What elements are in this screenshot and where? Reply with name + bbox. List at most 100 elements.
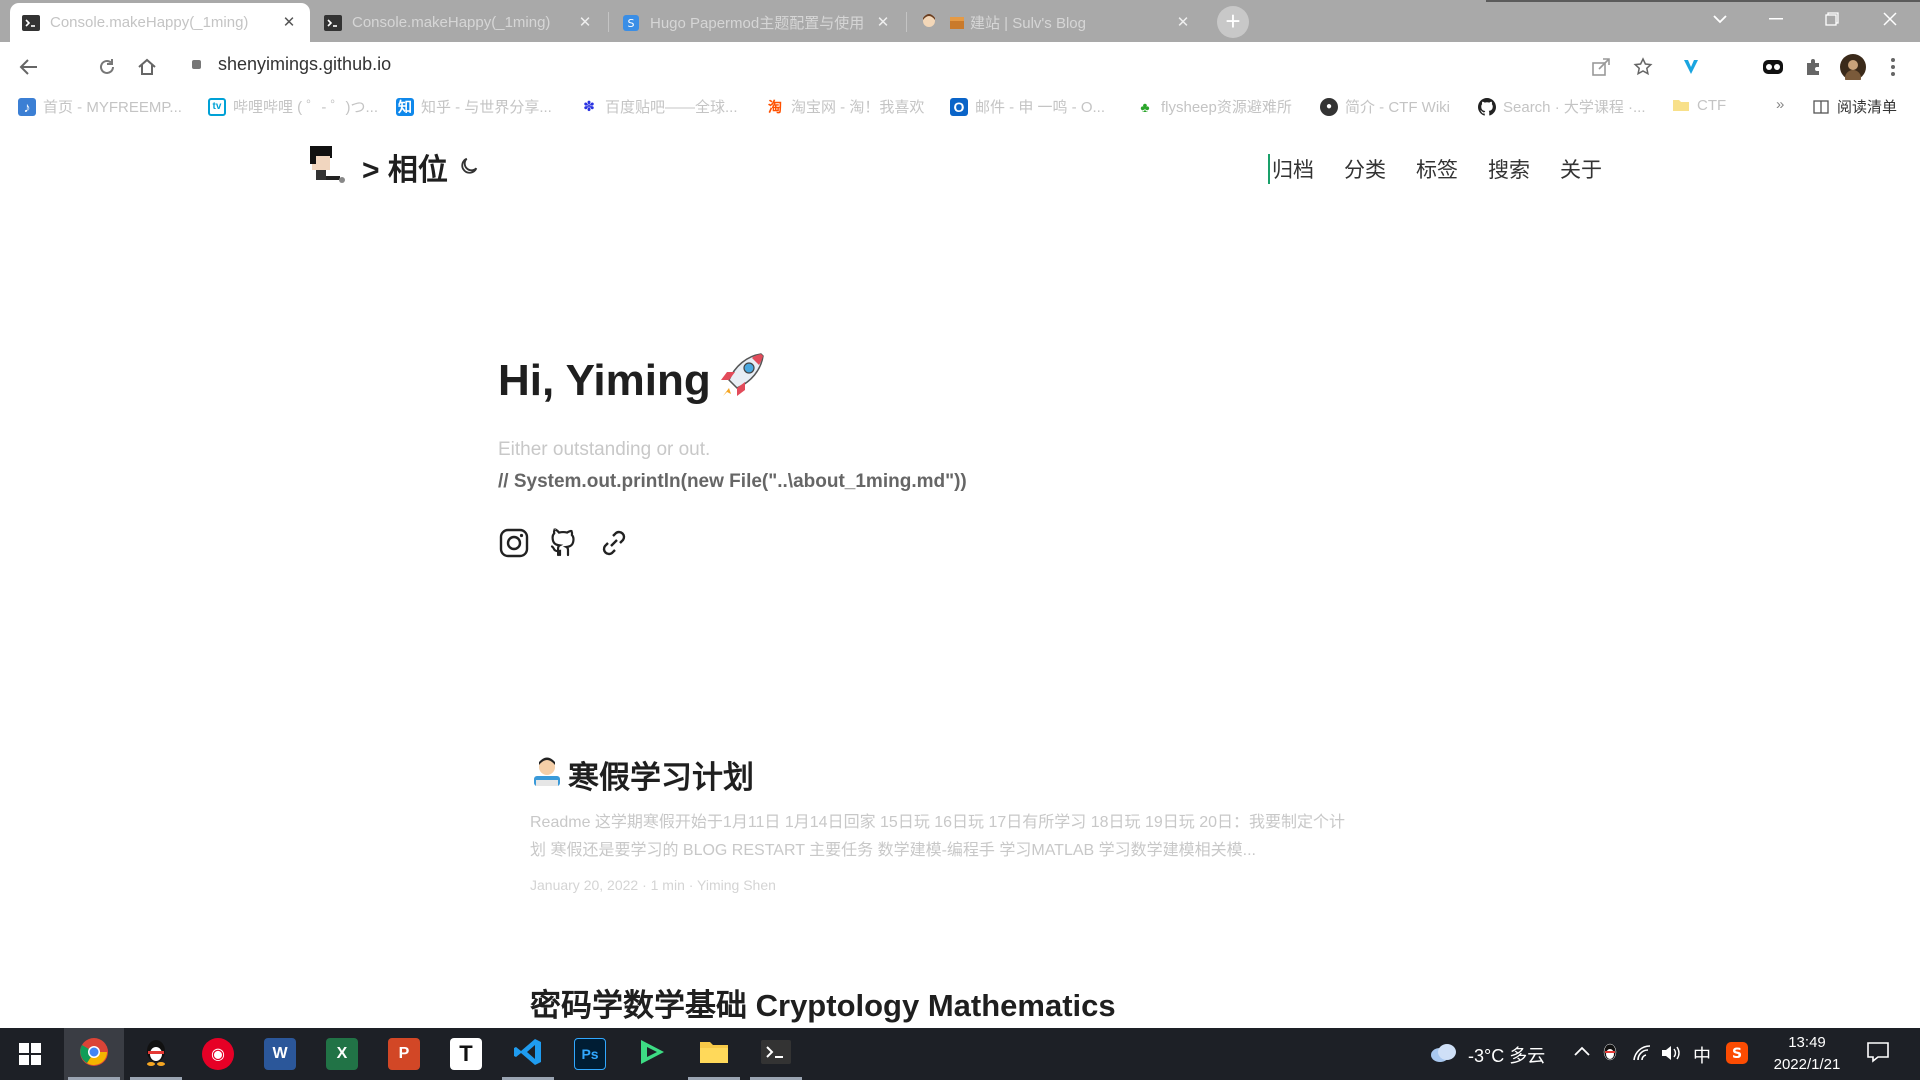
reload-button[interactable] [92,52,122,82]
post-title[interactable]: 密码学数学基础 Cryptology Mathematics [530,980,1360,1025]
bookmark-label: 知乎 - 与世界分享... [421,99,552,116]
outlook-icon: O [950,97,968,116]
close-icon[interactable]: ✕ [874,14,892,32]
close-icon[interactable]: ✕ [1174,14,1192,32]
taskbar-file-explorer[interactable] [684,1028,744,1080]
post-card[interactable]: 寒假学习计划 Readme 这学期寒假开始于1月11日 1月14日回家 15日玩… [530,752,1360,893]
nav-about[interactable]: 关于 [1560,154,1602,184]
notification-icon[interactable] [1866,1040,1890,1069]
restore-button[interactable] [1808,0,1856,38]
hero-title: Hi, Yiming [498,350,967,411]
ctfwiki-icon: ● [1320,97,1338,116]
close-icon[interactable]: ✕ [576,14,594,32]
ime-indicator[interactable]: 中 [1693,1042,1711,1068]
extension-v-icon[interactable] [1678,54,1704,80]
tab-2[interactable]: S Hugo Papermod主题配置与使用 ✕ [610,3,904,42]
extensions-puzzle-icon[interactable] [1800,54,1826,80]
taskbar-word[interactable]: W [250,1028,310,1080]
bookmarks-overflow-button[interactable]: » [1776,96,1784,113]
tab-title: Hugo Papermod主题配置与使用 [650,15,864,32]
address-bar-url[interactable]: shenyimings.github.io [218,54,391,75]
tab-title: Console.makeHappy(_1ming) [352,14,551,31]
tray-chevron-up-icon[interactable] [1574,1040,1590,1061]
taobao-icon: 淘 [768,98,782,115]
tab-1[interactable]: Console.makeHappy(_1ming) ✕ [312,3,606,42]
taskbar-excel[interactable]: X [312,1028,372,1080]
site-logo[interactable]: > 相位 [306,144,482,190]
taskbar-android-studio[interactable] [622,1028,682,1080]
nav-search[interactable]: 搜索 [1488,154,1530,184]
bookmark-item[interactable]: ✽ 百度贴吧——全球... [580,96,738,117]
reading-list-button[interactable]: 阅读清单 [1812,96,1897,117]
bookmark-label: 百度贴吧——全球... [605,99,738,116]
extension-mask-icon[interactable] [1760,54,1786,80]
zhihu-icon: 知 [396,97,414,116]
wifi-icon[interactable] [1632,1044,1652,1067]
lock-icon[interactable] [192,60,201,69]
post-title[interactable]: 寒假学习计划 [530,752,1360,797]
bookmark-item[interactable]: 淘 淘宝网 - 淘！我喜欢 [766,96,924,117]
blog-icon: S [622,14,640,32]
menu-kebab-icon[interactable] [1880,54,1906,80]
github-icon[interactable] [548,527,580,559]
bookmark-label: 邮件 - 申 一鸣 - O... [975,99,1105,116]
nav-categories[interactable]: 分类 [1344,154,1386,184]
tab-separator [906,12,907,32]
bookmark-label: Search · 大学课程 ·... [1503,99,1646,116]
bookmark-item[interactable]: CTF [1672,96,1726,114]
vscode-icon [513,1037,543,1072]
hero-subtitle: Either outstanding or out. [498,439,711,460]
taskbar-netease-music[interactable]: ◉ [188,1028,248,1080]
bookmark-item[interactable]: ♪ 首页 - MYFREEMP... [18,96,182,117]
sogou-ime-icon[interactable]: S [1726,1042,1748,1069]
taskbar-vscode[interactable] [498,1028,558,1080]
start-button[interactable] [0,1028,60,1080]
reading-list-icon [1812,98,1830,116]
weather-text[interactable]: -3°C 多云 [1468,1042,1545,1068]
tab-0[interactable]: Console.makeHappy(_1ming) ✕ [10,3,310,42]
bookmark-item[interactable]: Search · 大学课程 ·... [1478,96,1646,117]
powerpoint-icon: P [388,1038,420,1070]
taskbar-typora[interactable]: T [436,1028,496,1080]
tray-qq-icon[interactable] [1602,1042,1618,1069]
profile-avatar[interactable] [1840,54,1866,80]
taskbar-powerpoint[interactable]: P [374,1028,434,1080]
taskbar-terminal[interactable] [746,1028,806,1080]
close-icon[interactable]: ✕ [280,14,298,32]
logo-avatar-icon [306,144,352,190]
tree-icon: ♣ [1140,98,1150,115]
moon-icon[interactable] [458,155,482,179]
link-icon[interactable] [598,527,630,559]
volume-icon[interactable] [1660,1044,1682,1067]
bookmark-item[interactable]: 知 知乎 - 与世界分享... [396,96,552,117]
weather-cloud-icon[interactable] [1428,1040,1458,1069]
post-card[interactable]: 密码学数学基础 Cryptology Mathematics [530,980,1360,1025]
tab-search-button[interactable] [1696,0,1744,38]
bookmark-label: 首页 - MYFREEMP... [43,99,182,116]
tab-3[interactable]: 建站 | Sulv's Blog ✕ [908,3,1204,42]
bookmark-item[interactable]: O 邮件 - 申 一鸣 - O... [950,96,1105,117]
chrome-icon [79,1037,109,1072]
minimize-button[interactable] [1752,0,1800,38]
nav-tags[interactable]: 标签 [1416,154,1458,184]
bookmark-label: 淘宝网 - 淘！我喜欢 [791,99,925,116]
post-excerpt: Readme 这学期寒假开始于1月11日 1月14日回家 15日玩 16日玩 1… [530,814,1346,859]
hero-code-line: // System.out.println(new File("..\about… [498,471,967,492]
bookmark-item[interactable]: tv 哔哩哔哩 ( ゜- ゜)つ... [208,96,378,117]
bookmark-item[interactable]: ● 简介 - CTF Wiki [1320,96,1450,117]
star-icon[interactable] [1630,54,1656,80]
taskbar-chrome[interactable] [64,1028,124,1080]
new-tab-button[interactable]: + [1217,6,1249,38]
bookmark-item[interactable]: ♣ flysheep资源避难所 [1136,96,1291,117]
close-window-button[interactable] [1866,0,1914,38]
system-clock[interactable]: 13:49 2022/1/21 [1760,1032,1854,1076]
play-app-icon [637,1037,667,1072]
share-icon[interactable] [1588,54,1614,80]
hero-title-text: Hi, Yiming [498,355,711,405]
home-button[interactable] [132,52,162,82]
taskbar-qq[interactable] [126,1028,186,1080]
taskbar-photoshop[interactable]: Ps [560,1028,620,1080]
nav-archives[interactable]: 归档 [1268,154,1314,184]
back-button[interactable] [14,52,44,82]
instagram-icon[interactable] [498,527,530,559]
